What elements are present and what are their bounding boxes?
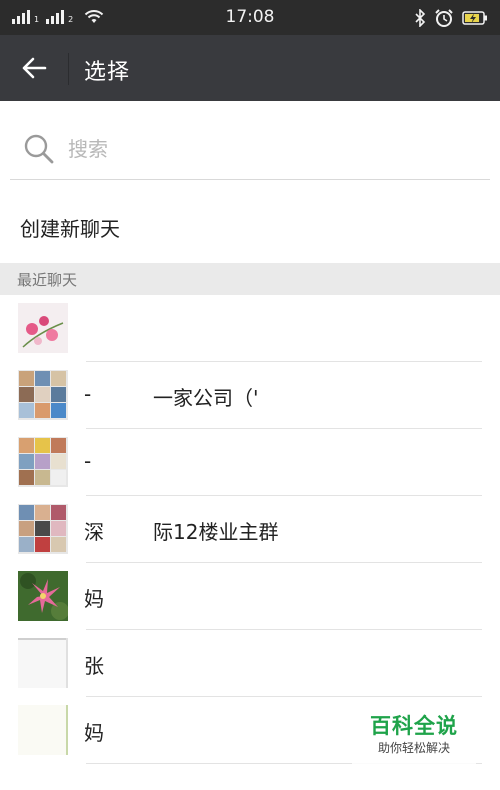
title-divider: [68, 53, 69, 85]
lily-photo-avatar: [18, 571, 68, 621]
recent-chats-header: 最近聊天: [0, 263, 500, 295]
search-icon: [24, 134, 54, 163]
search-input[interactable]: [68, 136, 468, 161]
chat-name: -: [84, 382, 92, 406]
watermark-logo: 百科全说 助你轻松解决: [352, 712, 476, 764]
chat-name: 张: [84, 654, 104, 678]
battery-charging-icon: [462, 11, 487, 25]
create-new-chat-item[interactable]: 创建新聊天: [0, 196, 500, 258]
title-bar: 选择: [0, 35, 500, 101]
chat-name-rest: 际12楼业主群: [153, 520, 279, 544]
back-arrow-icon: [22, 57, 47, 79]
chat-item[interactable]: 深 际12楼业主群: [0, 496, 500, 563]
status-bar: 1 2 17:08: [0, 0, 500, 35]
back-button[interactable]: [12, 49, 56, 87]
page-title: 选择: [84, 60, 131, 85]
watermark-title: 百科全说: [370, 714, 458, 738]
alarm-icon: [435, 9, 453, 27]
status-right: [414, 8, 488, 28]
chat-item[interactable]: -: [0, 429, 500, 496]
chat-name: 妈: [84, 721, 104, 745]
photo-avatar: [18, 638, 68, 688]
chat-name: 妈: [84, 587, 104, 611]
bluetooth-icon: [415, 9, 426, 27]
watermark-subtitle: 助你轻松解决: [377, 741, 450, 755]
search-box[interactable]: [10, 118, 490, 180]
flower-photo-avatar: [18, 303, 68, 353]
chat-name-rest: 一家公司（': [153, 386, 259, 410]
chat-name: -: [84, 449, 92, 473]
group-grid-avatar: [18, 437, 68, 487]
group-grid-avatar: [18, 504, 68, 554]
chat-item[interactable]: 张: [0, 630, 500, 697]
chat-item[interactable]: 妈: [0, 563, 500, 630]
chat-item[interactable]: - 一家公司（': [0, 362, 500, 429]
photo-avatar: [18, 705, 68, 755]
chat-item[interactable]: [0, 295, 500, 362]
chat-name: 深: [84, 520, 104, 544]
group-grid-avatar: [18, 370, 68, 420]
